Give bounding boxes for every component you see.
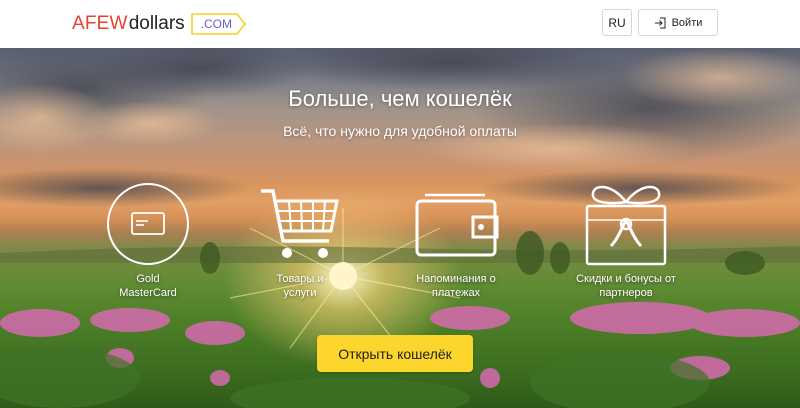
hero-title: Больше, чем кошелёк <box>288 86 512 111</box>
feature-gold-mastercard: Gold MasterCard <box>73 180 223 300</box>
open-wallet-button[interactable]: Открыть кошелёк <box>317 335 473 372</box>
feature-partner-discounts: Скидки и бонусы от партнеров <box>551 180 701 300</box>
feature-goods-and-services: Товары и услуги <box>225 180 375 300</box>
gift-icon <box>585 185 667 266</box>
hero-banner: Больше, чем кошелёк Всё, что нужно для у… <box>0 48 800 408</box>
top-header: AFEW dollars .COM RU Войти <box>0 0 800 48</box>
feature-label-line1: Gold <box>136 273 160 285</box>
feature-label-line1: Скидки и бонусы от <box>576 273 676 285</box>
language-button[interactable]: RU <box>602 9 632 36</box>
logo-tld-text: .COM <box>200 17 233 31</box>
login-icon <box>654 17 666 28</box>
afew-dollars-logo[interactable]: AFEW dollars .COM <box>72 12 248 36</box>
feature-label-line2: партнеров <box>599 287 653 299</box>
feature-label-line1: Товары и <box>276 273 324 285</box>
wallet-icon <box>415 193 499 257</box>
feature-label-line2: MasterCard <box>119 287 177 299</box>
login-button[interactable]: Войти <box>638 9 718 36</box>
feature-label-line2: платежах <box>431 287 481 299</box>
hero-subtitle: Всё, что нужно для удобной оплаты <box>283 123 517 139</box>
logo-tld-tag: .COM <box>190 13 248 35</box>
card-icon <box>107 183 189 265</box>
login-label: Войти <box>671 16 703 29</box>
feature-label-line2: услуги <box>283 287 317 299</box>
logo-afew-text: AFEW <box>72 13 128 34</box>
feature-label-line1: Напоминания о <box>416 273 496 285</box>
feature-payment-reminders: Напоминания о платежах <box>381 180 531 300</box>
logo-dollars-text: dollars <box>128 13 185 34</box>
shopping-cart-icon <box>261 189 339 258</box>
